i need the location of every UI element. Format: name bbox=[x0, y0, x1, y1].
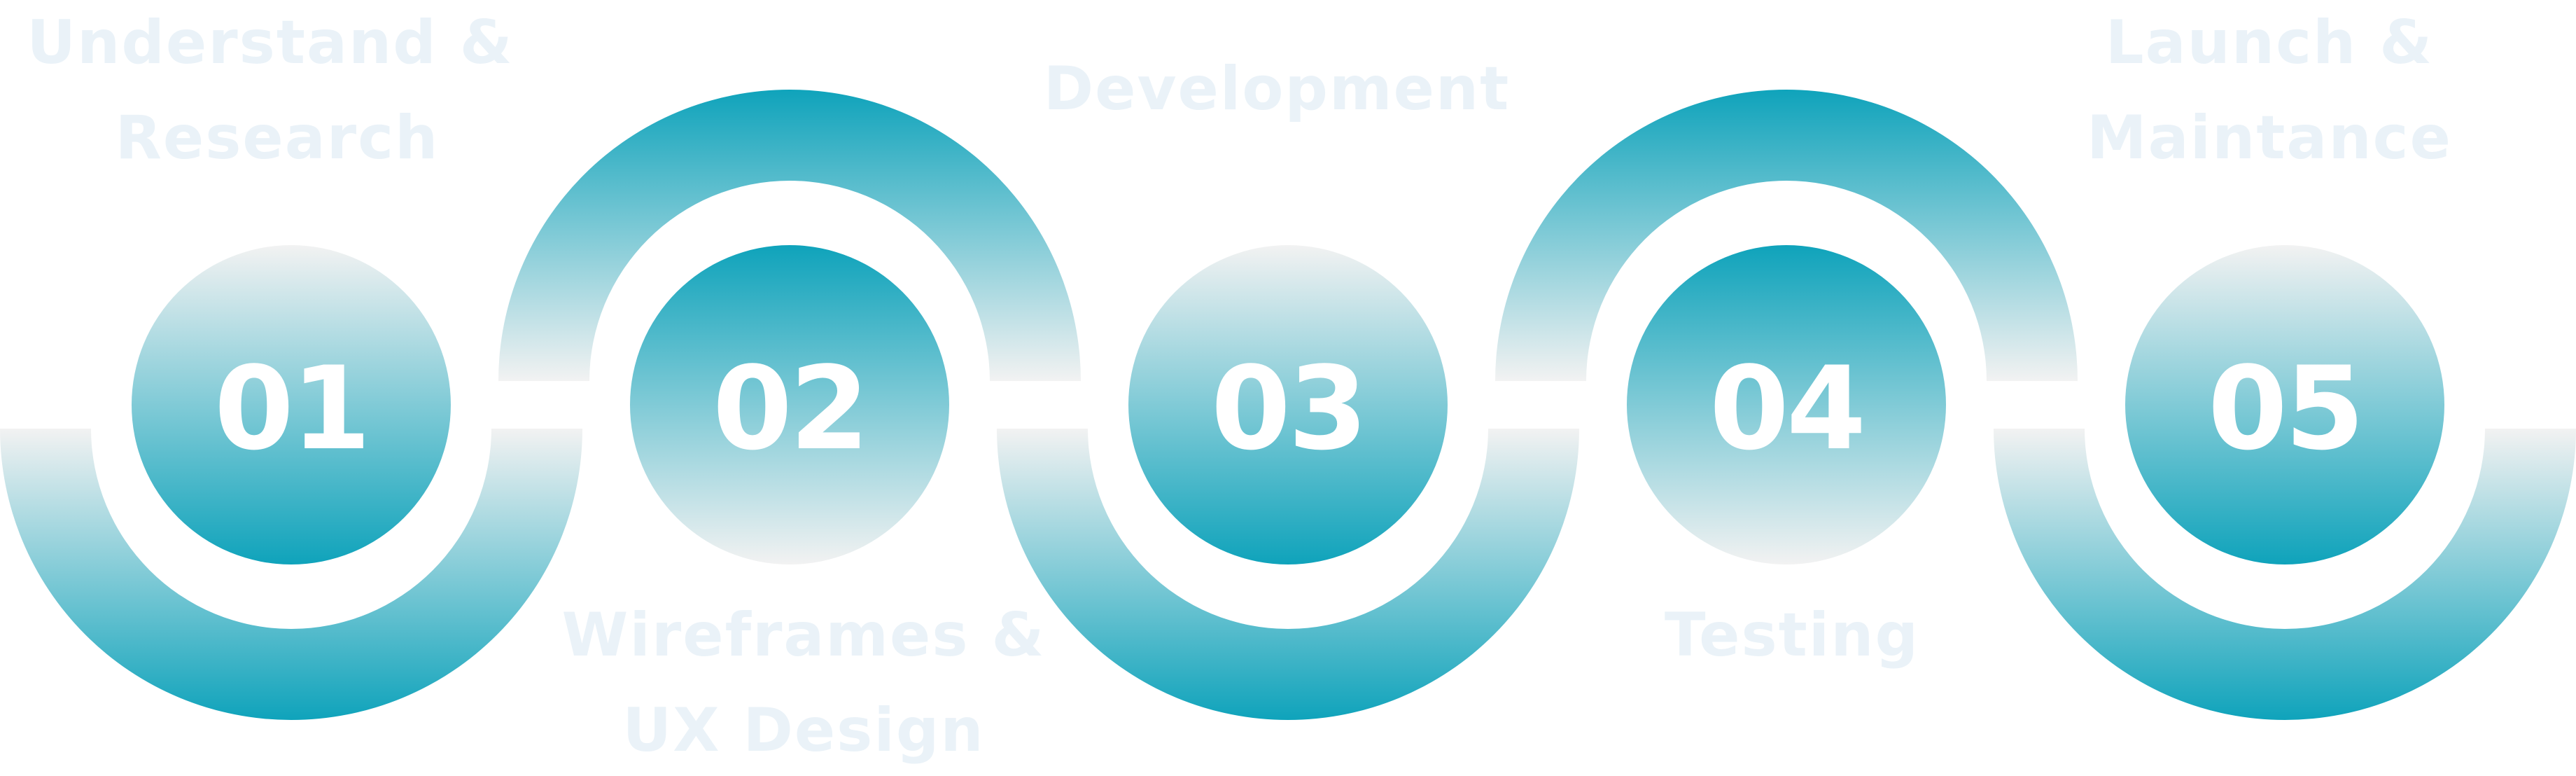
step-number-4: 04 bbox=[1709, 342, 1863, 476]
step-label-1-line-2: Research bbox=[115, 103, 440, 173]
process-diagram: 01 02 03 04 05 Understand & Research Wir… bbox=[0, 8, 2576, 765]
step-label-1-line-1: Understand & bbox=[27, 8, 513, 78]
step-number-5: 05 bbox=[2208, 342, 2362, 476]
step-label-4-line-1: Testing bbox=[1665, 600, 1919, 670]
step-label-5-line-1: Launch & bbox=[2106, 8, 2433, 78]
step-label-2-line-1: Wireframes & bbox=[561, 600, 1045, 670]
step-label-5-line-2: Maintance bbox=[2087, 103, 2452, 173]
step-number-3: 03 bbox=[1211, 342, 1365, 476]
step-number-1: 01 bbox=[214, 342, 368, 476]
step-number-2: 02 bbox=[713, 342, 867, 476]
step-label-2-line-2: UX Design bbox=[622, 695, 984, 765]
step-label-3-line-1: Development bbox=[1044, 54, 1511, 124]
